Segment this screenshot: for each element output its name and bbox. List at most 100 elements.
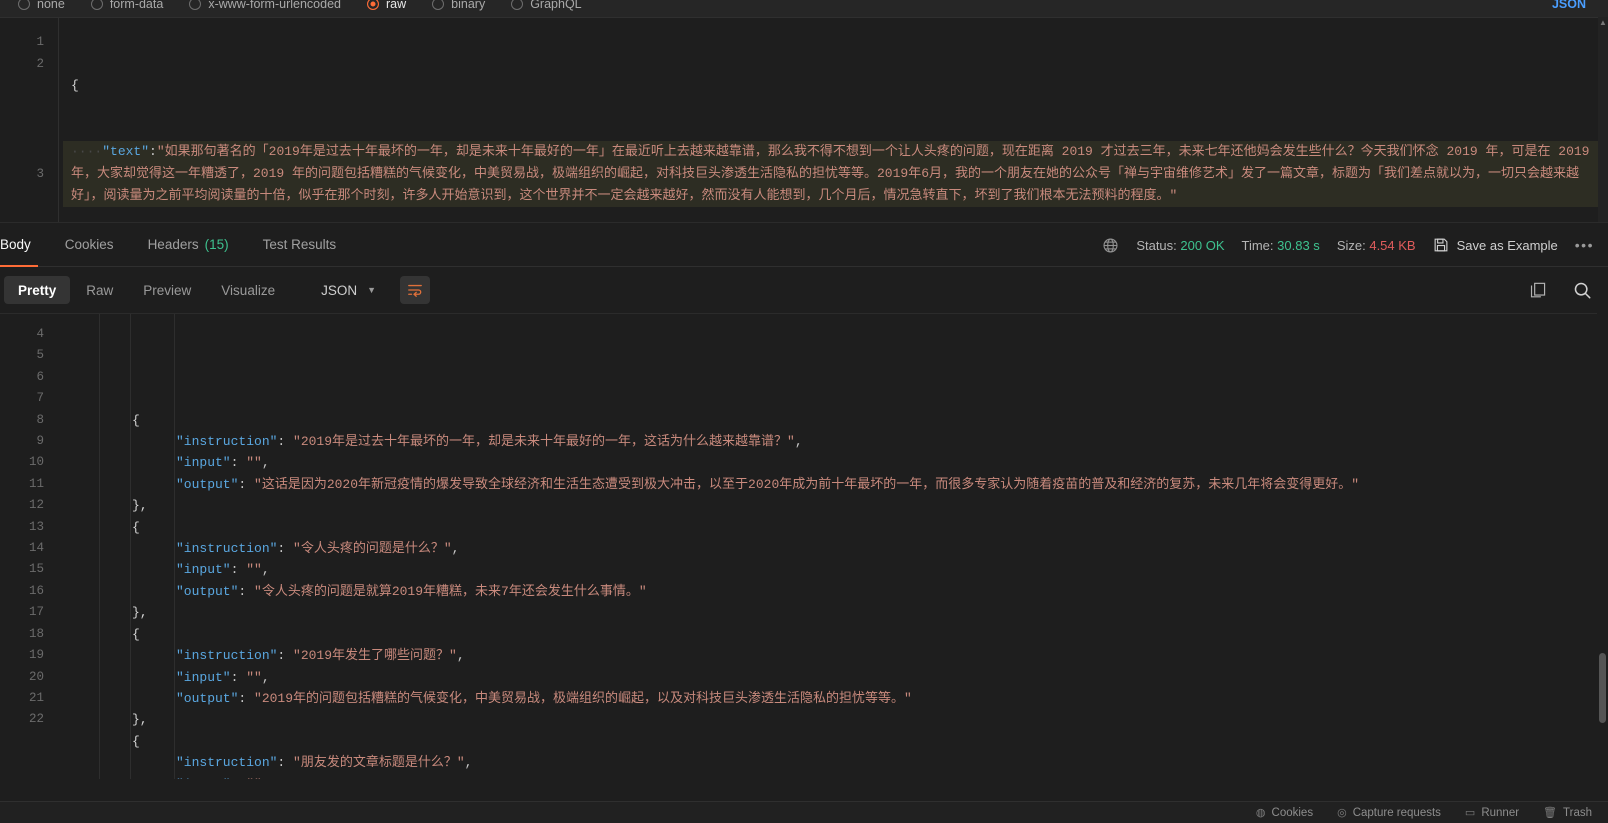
response-code-line[interactable]: { <box>100 517 1608 538</box>
tab-headers[interactable]: Headers (15) <box>131 223 246 267</box>
body-type-label: form-data <box>109 0 164 11</box>
statusbar-item-capture-requests[interactable]: ◎ Capture requests <box>1337 806 1441 820</box>
radio-icon <box>189 0 202 10</box>
indent-guide: ···· <box>71 144 103 159</box>
save-as-example-label: Save as Example <box>1456 237 1558 253</box>
response-code-line[interactable]: { <box>100 624 1608 645</box>
save-as-example-button[interactable]: Save as Example <box>1433 237 1558 253</box>
response-code-line[interactable]: "input": "", <box>100 774 1608 779</box>
trash-icon: 🗑 <box>1543 807 1558 819</box>
json-brace: }, <box>132 605 148 621</box>
response-code-line[interactable]: }, <box>100 495 1608 516</box>
statusbar-item-trash[interactable]: 🗑 Trash <box>1543 806 1592 820</box>
time-info[interactable]: Time: 30.83 s <box>1242 238 1320 253</box>
body-type-x-www-form-urlencoded[interactable]: x-www-form-urlencoded <box>189 0 341 11</box>
request-format-selector[interactable]: JSON <box>1552 0 1586 17</box>
chevron-down-icon: ▼ <box>367 285 377 295</box>
capture-icon: ◎ <box>1337 807 1347 819</box>
json-colon: : <box>277 541 294 557</box>
json-colon: : <box>238 690 255 706</box>
tab-label: Cookies <box>64 237 114 252</box>
view-label: Visualize <box>221 282 276 298</box>
json-key: "instruction" <box>176 648 278 664</box>
code-fold-rail[interactable] <box>60 314 100 779</box>
scrollbar-thumb[interactable] <box>1599 653 1606 723</box>
json-string-value: "如果那句著名的「2019年是过去十年最坏的一年，却是未来十年最好的一年」在最近… <box>71 144 1598 203</box>
response-body-scrollbar[interactable] <box>1597 313 1608 779</box>
request-line-numbers: 1 2 3 <box>0 18 58 222</box>
response-code-line[interactable]: "instruction": "2019年是过去十年最坏的一年，却是未来十年最好… <box>100 431 1608 452</box>
body-type-form-data[interactable]: form-data <box>90 0 164 11</box>
response-code-line[interactable]: "input": "", <box>100 452 1608 473</box>
line-number: 4 <box>36 327 44 341</box>
statusbar-item-runner[interactable]: ▭ Runner <box>1465 806 1519 820</box>
status-info[interactable]: Status: 200 OK <box>1136 238 1224 253</box>
response-tab-bar: Body Cookies Headers (15) Test Results S… <box>0 223 1608 267</box>
search-icon[interactable] <box>1573 281 1592 300</box>
app-status-bar: ◍ Cookies ◎ Capture requests ▭ Runner 🗑 … <box>0 801 1608 823</box>
view-raw-button[interactable]: Raw <box>72 276 127 304</box>
request-body-editor[interactable]: 1 2 3 { ····"text":"如果那句著名的「2019年是过去十年最坏… <box>0 17 1608 222</box>
body-type-label: GraphQL <box>530 0 582 11</box>
response-body-viewer[interactable]: 4 5 6 7 8 9 10 11 12 13 14 15 16 17 18 19 20 21 22 {"instr… <box>0 313 1608 779</box>
tab-test-results[interactable]: Test Results <box>246 223 354 267</box>
more-options-button[interactable]: ••• <box>1575 237 1594 253</box>
scroll-up-arrow[interactable]: ▲ <box>1598 17 1608 29</box>
json-key: "instruction" <box>176 755 278 771</box>
size-value: 4.54 KB <box>1369 237 1416 253</box>
json-comma: , <box>794 434 803 450</box>
response-code-line[interactable]: { <box>100 731 1608 752</box>
word-wrap-toggle[interactable] <box>400 276 431 304</box>
json-colon: : <box>277 755 294 771</box>
copy-icon[interactable] <box>1529 281 1547 299</box>
json-key: "output" <box>176 476 239 492</box>
tab-body[interactable]: Body <box>0 223 48 267</box>
request-body-type-bar[interactable]: none form-data x-www-form-urlencoded raw… <box>0 0 1608 17</box>
json-comma: , <box>261 669 270 685</box>
json-brace: { <box>132 733 140 749</box>
json-colon: : <box>230 669 247 685</box>
line-number: 12 <box>28 498 44 513</box>
view-preview-button[interactable]: Preview <box>129 276 205 304</box>
body-type-raw[interactable]: raw <box>367 0 406 11</box>
response-view-toolbar: Pretty Raw Preview Visualize JSON ▼ <box>0 267 1608 313</box>
response-code-line[interactable]: "instruction": "朋友发的文章标题是什么？", <box>100 752 1608 773</box>
line-number: 22 <box>28 712 44 727</box>
response-format-select[interactable]: JSON ▼ <box>309 276 388 304</box>
body-type-graphql[interactable]: GraphQL <box>511 0 582 11</box>
request-editor-scrollbar[interactable]: ▲ <box>1598 17 1608 222</box>
radio-icon <box>18 0 30 10</box>
tab-cookies[interactable]: Cookies <box>48 223 131 267</box>
request-code-line[interactable]: ····"text":"如果那句著名的「2019年是过去十年最坏的一年，却是未来… <box>63 141 1608 207</box>
time-label: Time: <box>1241 237 1274 253</box>
response-code-line[interactable]: { <box>100 410 1608 431</box>
statusbar-item-cookies[interactable]: ◍ Cookies <box>1255 806 1314 820</box>
response-code-line[interactable]: }, <box>100 602 1608 623</box>
json-comma: , <box>451 541 460 557</box>
statusbar-label: Cookies <box>1271 806 1314 819</box>
response-code-line[interactable]: "output": "这话是因为2020年新冠疫情的爆发导致全球经济和生活生态遭… <box>100 474 1608 495</box>
globe-icon[interactable] <box>1102 237 1119 254</box>
response-code-line[interactable]: "input": "", <box>100 667 1608 688</box>
response-code-line[interactable]: "input": "", <box>100 559 1608 580</box>
response-code-line[interactable]: }, <box>100 709 1608 730</box>
body-type-binary[interactable]: binary <box>432 0 485 11</box>
cookie-icon: ◍ <box>1255 807 1266 819</box>
view-visualize-button[interactable]: Visualize <box>207 276 289 304</box>
view-label: Raw <box>86 282 114 298</box>
body-type-none[interactable]: none <box>18 0 65 11</box>
response-code-line[interactable]: "instruction": "2019年发生了哪些问题？", <box>100 645 1608 666</box>
size-info[interactable]: Size: 4.54 KB <box>1337 238 1416 253</box>
body-type-label: binary <box>451 0 486 11</box>
request-code-content[interactable]: { ····"text":"如果那句著名的「2019年是过去十年最坏的一年，却是… <box>58 18 1608 222</box>
response-code-content[interactable]: {"instruction": "2019年是过去十年最坏的一年，却是未来十年最… <box>100 314 1608 779</box>
line-number: 16 <box>28 583 44 598</box>
view-pretty-button[interactable]: Pretty <box>4 276 71 304</box>
line-number: 13 <box>28 519 44 534</box>
response-code-line[interactable]: "output": "2019年的问题包括糟糕的气候变化，中美贸易战，极端组织的… <box>100 688 1608 709</box>
line-number: 5 <box>36 348 44 363</box>
json-comma: , <box>261 562 270 578</box>
response-code-line[interactable]: "instruction": "令人头疼的问题是什么？", <box>100 538 1608 559</box>
line-number: 18 <box>28 626 44 641</box>
response-code-line[interactable]: "output": "令人头疼的问题是就算2019年糟糕，未来7年还会发生什么事… <box>100 581 1608 602</box>
